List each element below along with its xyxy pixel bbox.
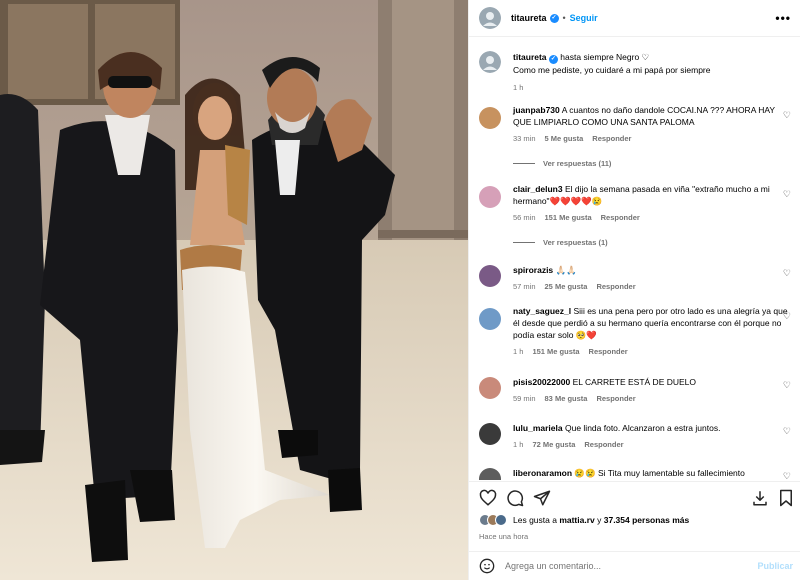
commenter-username[interactable]: juanpab730 [513,105,560,115]
caption-time: 1 h [513,83,524,92]
view-replies-label: Ver respuestas (11) [543,159,612,168]
heart-icon[interactable]: ♡ [783,268,791,279]
emoji-icon[interactable] [479,558,495,574]
comment-icon[interactable] [506,489,524,507]
comment-likes[interactable]: 25 Me gusta [545,282,588,291]
comment-text: Que linda foto. Alcanzaron a estra junto… [564,423,721,433]
heart-icon[interactable]: ♡ [783,380,791,391]
commenter-username[interactable]: spirorazis [513,265,553,275]
caption-avatar[interactable] [479,51,501,73]
comments-list[interactable]: titaureta ✓ hasta siempre Negro ♡ Como m… [469,38,800,480]
verified-badge-icon: ✓ [548,55,558,64]
comment-likes[interactable]: 5 Me gusta [545,134,584,143]
commenter-avatar[interactable] [479,308,501,330]
caption-username[interactable]: titaureta [513,52,547,62]
heart-icon[interactable]: ♡ [783,311,791,322]
caption-text: hasta siempre Negro ♡ [560,52,650,62]
liker-avatar [495,514,507,526]
caption-line1: titaureta ✓ hasta siempre Negro ♡ [513,51,789,64]
comment-time: 59 min [513,394,536,403]
heart-icon[interactable]: ♡ [783,189,791,200]
reply-button[interactable]: Responder [592,134,631,143]
commenter-avatar[interactable] [479,468,501,480]
reply-button[interactable]: Responder [589,347,628,356]
commenter-username[interactable]: clair_delun3 [513,184,563,194]
more-options-icon[interactable]: ••• [775,11,791,25]
comment-likes[interactable]: 72 Me gusta [532,440,575,449]
reply-button[interactable]: Responder [596,394,635,403]
author-username[interactable]: titaureta [511,13,547,23]
comment-time: 1 h [513,440,524,449]
reply-button[interactable]: Responder [601,213,640,222]
commenter-username[interactable]: pisis20022000 [513,377,570,387]
follow-button[interactable]: Seguir [570,13,598,23]
heart-icon[interactable] [479,489,497,507]
view-replies-label: Ver respuestas (1) [543,238,608,247]
comment-likes[interactable]: 151 Me gusta [545,213,592,222]
post-time[interactable]: Hace una hora [479,532,528,541]
comment-text: 🙏🏻🙏🏻 [555,265,577,275]
download-icon[interactable] [751,489,769,507]
comment-time: 57 min [513,282,536,291]
comment-bar: Publicar [469,551,800,580]
post-photo-image [0,0,468,580]
commenter-avatar[interactable] [479,423,501,445]
comment-likes[interactable]: 83 Me gusta [545,394,588,403]
view-replies-button[interactable]: Ver respuestas (11) [513,159,611,168]
comment-text: EL CARRETE ESTÁ DE DUELO [572,377,697,387]
author-avatar[interactable] [479,7,501,29]
post-side-panel: titaureta ✓ • Seguir ••• titaureta ✓ has… [468,0,800,580]
comment-time: 56 min [513,213,536,222]
likes-count[interactable]: 37.354 personas más [604,515,690,525]
reply-button[interactable]: Responder [596,282,635,291]
likes-summary[interactable]: Les gusta a mattia.rv y 37.354 personas … [479,514,689,526]
replies-line [513,242,535,243]
commenter-avatar[interactable] [479,186,501,208]
likes-user[interactable]: mattia.rv [559,515,594,525]
liker-avatars [479,514,507,526]
commenter-username[interactable]: naty_saguez_l [513,306,571,316]
heart-icon[interactable]: ♡ [783,110,791,121]
caption-line2: Como me pediste, yo cuidaré a mi papá po… [513,65,711,75]
post-header: titaureta ✓ • Seguir ••• [469,0,800,37]
post-photo[interactable] [0,0,468,580]
commenter-avatar[interactable] [479,107,501,129]
commenter-username[interactable]: lulu_mariela [513,423,563,433]
commenter-username[interactable]: liberonaramon [513,468,572,478]
view-replies-button[interactable]: Ver respuestas (1) [513,238,608,247]
comment-likes[interactable]: 151 Me gusta [532,347,579,356]
bookmark-icon[interactable] [777,489,795,507]
share-icon[interactable] [533,489,551,507]
comment-input[interactable] [505,561,745,571]
comment-time: 1 h [513,347,524,356]
verified-badge-icon: ✓ [549,13,559,23]
action-bar [469,481,800,511]
comment-text: 😢😢 Si Tita muy lamentable su fallecimien… [574,468,745,478]
commenter-avatar[interactable] [479,265,501,287]
likes-middle: y [594,515,604,525]
replies-line [513,163,535,164]
comment-time: 33 min [513,134,536,143]
likes-prefix: Les gusta a [513,515,560,525]
heart-icon[interactable]: ♡ [783,426,791,437]
publish-button[interactable]: Publicar [757,561,793,571]
commenter-avatar[interactable] [479,377,501,399]
separator-dot: • [562,13,566,23]
heart-icon[interactable]: ♡ [783,471,791,480]
reply-button[interactable]: Responder [584,440,623,449]
